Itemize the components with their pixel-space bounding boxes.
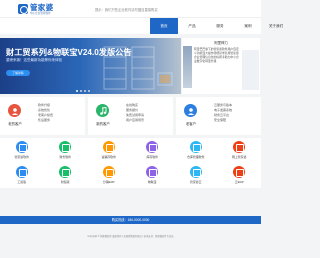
product-label: 仓库管理软件 [187,155,205,159]
card-link-list: 云服务与版本电子发票系统财务云平台安全保障 [212,103,232,123]
nav-item[interactable]: 产品 [178,18,206,34]
product-label: 工贸版 [17,180,27,184]
news-title: 阿里神力 [214,41,228,45]
banner-title: 财工贸系列&物联宝V24.0发版公告 [6,48,132,57]
top-header: 管家婆 中小企业管理软件 提示：我们只售企业软件请勿擅自直接购买 [0,0,261,17]
news-side-image [242,50,259,90]
product-grid-item[interactable]: 工贸版 [9,164,35,186]
user-icon [184,104,197,117]
card-link-list: 软件升级系统优化老客户续费售后服务 [36,103,53,123]
product-icon [233,141,246,153]
product-label: 物联宝 [147,180,157,184]
footer-copyright: Copyright © 管家婆软件 版权所有 | 全国销售服务网点 | 技术支持… [87,236,174,238]
product-grid-item[interactable]: 分销ERP [96,164,122,186]
logo[interactable]: 管家婆 中小企业管理软件 [18,3,53,15]
nav-item[interactable]: 关于我们 [262,18,290,34]
logo-icon [18,4,28,14]
product-label: 库存软件 [146,155,159,159]
news-image [183,46,192,88]
product-grid-item[interactable]: 进销存软件 [96,139,122,161]
nav-item[interactable]: 服务 [206,18,234,34]
product-label: 财务软件 [59,155,72,159]
card-link[interactable]: 用户应用场景 [124,118,144,123]
service-cards: 老的客户 软件升级系统优化老客户续费售后服务新的客户 在线购买服务报价免费试用申请用… [0,97,261,135]
hotline-bar: 购买热线：186-0000-0000 [0,216,261,224]
card-label: 老的客户 [8,122,22,126]
product-icon [15,141,28,153]
carousel-dot[interactable] [80,90,82,92]
logo-subtitle: 中小企业管理软件 [30,11,51,15]
product-icon [102,166,115,178]
carousel-dot[interactable] [76,90,78,92]
hero-banner[interactable]: 财工贸系列&物联宝V24.0发版公告 重磅来袭！这些最新功能等你来体验 了解详情 [0,38,181,94]
product-grid-item[interactable]: 云ERP [226,164,252,186]
product-grid-item[interactable]: 库存软件 [139,139,165,161]
logo-title: 管家婆 [30,2,54,12]
carousel-dot[interactable] [84,90,86,92]
product-grid-item[interactable]: 网上管家婆 [226,139,252,161]
nav-item[interactable]: 案例 [234,18,262,34]
product-icon [189,166,202,178]
product-label: 财贸版 [60,180,70,184]
news-text[interactable]: 阿里巴巴旗下的管家婆软件用户自定义功能强大操作简便易学易用管家婆企业管理信息化的… [194,47,240,63]
service-card[interactable]: 新的客户 在线购买服务报价免费试用申请用户应用场景 [88,97,173,135]
banner-subtitle: 重磅来袭！这些最新功能等你来体验 [6,58,62,62]
product-icon [233,166,246,178]
product-grid: 管家婆软件 财务软件 进销存软件 库存软件 仓库管理软件 网上管家婆 工贸版 财贸版 分销ER… [0,138,261,188]
product-icon [59,141,72,153]
product-icon [146,141,159,153]
product-grid-item[interactable]: 物联宝 [139,164,165,186]
main-nav: 首页 产品 服务 案例 关于我们 [0,17,283,34]
product-grid-item[interactable]: 管家婆软件 [9,139,35,161]
product-icon [189,141,202,153]
product-grid-item[interactable]: 财贸版 [52,164,78,186]
product-label: 云ERP [234,180,244,184]
service-card[interactable]: 老的客户 软件升级系统优化老客户续费售后服务 [0,97,85,135]
product-label: 进销存软件 [101,155,116,159]
product-icon [59,166,72,178]
card-label: 新的客户 [96,122,110,126]
product-grid-item[interactable]: 仓库管理软件 [183,139,209,161]
product-label: 管家婆软件 [14,155,29,159]
card-link[interactable]: 安全保障 [212,118,232,123]
music-icon [96,104,109,117]
product-label: 分销ERP [102,180,115,184]
news-panel: 阿里神力 阿里巴巴旗下的管家婆软件用户自定义功能强大操作简便易学易用管家婆企业管… [182,38,260,94]
user-icon [8,104,21,117]
carousel-dots [76,90,90,92]
carousel-dot[interactable] [88,90,90,92]
product-label: 网上管家婆 [232,155,247,159]
nav-item[interactable]: 首页 [150,18,178,34]
product-grid-item[interactable]: 管家婆云 [183,164,209,186]
product-icon [15,166,28,178]
product-label: 管家婆云 [189,180,202,184]
product-grid-item[interactable]: 财务软件 [52,139,78,161]
card-link[interactable]: 售后服务 [36,118,53,123]
learn-more-button[interactable]: 了解详情 [6,70,30,76]
product-icon [102,141,115,153]
card-label: 老客户 [185,122,197,126]
product-icon [146,166,159,178]
card-link-list: 在线购买服务报价免费试用申请用户应用场景 [124,103,144,123]
top-notice: 提示：我们只售企业软件请勿擅自直接购买 [95,8,158,12]
service-card[interactable]: 老客户 云服务与版本电子发票系统财务云平台安全保障 [176,97,261,135]
